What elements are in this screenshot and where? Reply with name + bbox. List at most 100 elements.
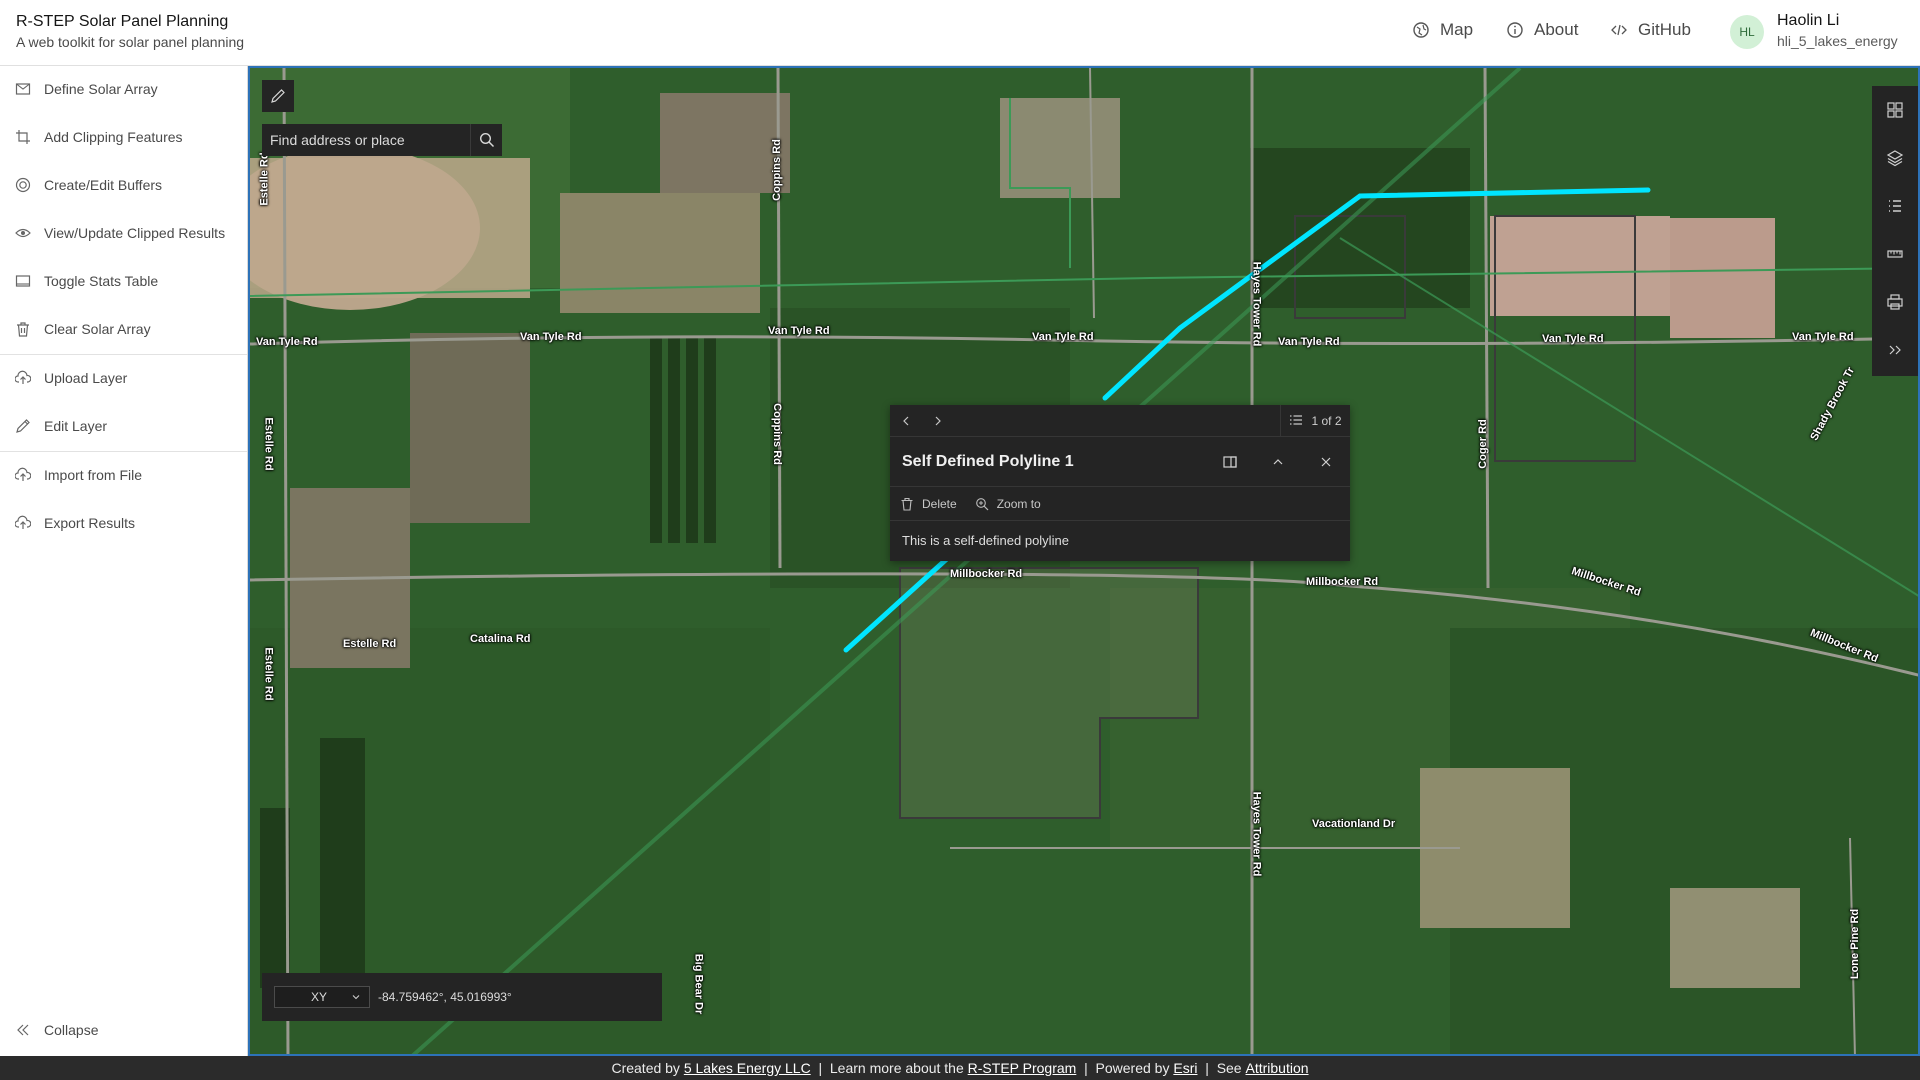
basemap-gallery-button[interactable] [1872, 86, 1918, 134]
sidebar-item-label: Create/Edit Buffers [44, 177, 163, 193]
road-label: Van Tyle Rd [520, 331, 582, 343]
previous-feature-button[interactable] [890, 405, 922, 437]
buffer-icon [15, 177, 31, 193]
sidebar-item-define-solar-array[interactable]: Define Solar Array [0, 69, 247, 109]
road-label: Coger Rd [1476, 419, 1489, 469]
pencil-icon [271, 89, 285, 103]
chevrons-left-icon [15, 1022, 31, 1038]
sidebar-item-label: Edit Layer [44, 418, 108, 434]
sidebar-item-import-from-file[interactable]: Import from File [0, 455, 247, 495]
measure-button[interactable] [1872, 230, 1918, 278]
footer-separator: | [1076, 1060, 1096, 1076]
nav-map-label: Map [1440, 20, 1474, 39]
close-popup-button[interactable] [1302, 437, 1350, 487]
layers-icon [1886, 150, 1904, 167]
footer-learn-more: Learn more about the [829, 1060, 968, 1076]
sidebar-item-edit-layer[interactable]: Edit Layer [0, 406, 247, 446]
user-name[interactable]: Haolin Li [1777, 12, 1839, 30]
nav-about-label: About [1534, 20, 1579, 39]
search-icon [479, 132, 494, 148]
footer-see: See [1216, 1060, 1246, 1076]
chevron-left-icon [903, 416, 909, 425]
road-label: Millbocker Rd [950, 568, 1023, 580]
nav-map[interactable]: Map [1412, 20, 1473, 40]
dock-icon [1223, 455, 1237, 468]
expand-toolbar-button[interactable] [1872, 326, 1918, 374]
sidebar-item-create-edit-buffers[interactable]: Create/Edit Buffers [0, 165, 247, 205]
sidebar-collapse-button[interactable]: Collapse [0, 1010, 247, 1050]
list-icon [1289, 413, 1303, 430]
delete-feature-button[interactable]: Delete [900, 497, 957, 511]
eye-icon [15, 225, 31, 241]
layers-button[interactable] [1872, 134, 1918, 182]
delete-label: Delete [922, 496, 957, 511]
road-label: Van Tyle Rd [1278, 336, 1340, 348]
sidebar-item-label: Upload Layer [44, 370, 128, 386]
footer-program-link[interactable]: R-STEP Program [968, 1060, 1077, 1076]
sketch-button[interactable] [262, 80, 294, 112]
sidebar-item-clear-solar-array[interactable]: Clear Solar Array [0, 309, 247, 349]
sidebar-divider [0, 354, 247, 355]
sidebar-item-label: View/Update Clipped Results [44, 225, 226, 241]
road-label: Estelle Rd [258, 152, 271, 206]
chevron-up-icon [1273, 458, 1283, 464]
ruler-icon [1887, 250, 1903, 258]
zoom-to-label: Zoom to [996, 496, 1041, 511]
sidebar-item-add-clipping-features[interactable]: Add Clipping Features [0, 117, 247, 157]
user-avatar[interactable]: HL [1730, 15, 1764, 49]
user-handle: hli_5_lakes_energy [1777, 33, 1898, 49]
footer-attribution-link[interactable]: Attribution [1246, 1060, 1309, 1076]
map-action-bar [1872, 86, 1918, 376]
road-label: Lone Pine Rd [1849, 908, 1862, 980]
road-label: Van Tyle Rd [1032, 331, 1094, 343]
sidebar-item-upload-layer[interactable]: Upload Layer [0, 358, 247, 398]
basemap-icon [1887, 102, 1903, 118]
print-button[interactable] [1872, 278, 1918, 326]
import-icon [15, 467, 31, 483]
coordinate-widget: XY -84.759462°, 45.016993° [262, 973, 662, 1021]
road-label: Hayes Tower Rd [1250, 791, 1263, 877]
dock-popup-button[interactable] [1206, 437, 1254, 487]
road-label: Estelle Rd [343, 638, 397, 650]
nav-github[interactable]: GitHub [1610, 20, 1691, 40]
map-icon [1412, 21, 1430, 39]
sidebar-item-label: Export Results [44, 515, 136, 531]
zoom-in-icon [975, 497, 989, 511]
trash-icon [900, 497, 914, 511]
road-label: Van Tyle Rd [1792, 331, 1854, 343]
next-feature-button[interactable] [922, 405, 954, 437]
app-subtitle: A web toolkit for solar panel planning [16, 34, 245, 50]
sidebar-item-label: Add Clipping Features [44, 129, 183, 145]
map-view[interactable]: Van Tyle Rd Van Tyle Rd Van Tyle Rd Van … [248, 66, 1920, 1056]
footer-company-link[interactable]: 5 Lakes Energy LLC [684, 1060, 811, 1076]
popup-count-label: 1 of 2 [1311, 414, 1342, 428]
nav-about[interactable]: About [1506, 20, 1578, 40]
upload-icon [15, 370, 31, 386]
table-icon [15, 273, 31, 289]
road-label: Millbocker Rd [1306, 576, 1379, 588]
road-label: Big Bear Dr [692, 953, 705, 1015]
zoom-to-feature-button[interactable]: Zoom to [975, 497, 1041, 511]
sidebar-item-export-results[interactable]: Export Results [0, 503, 247, 543]
search-input[interactable] [262, 124, 470, 156]
coordinate-readout: -84.759462°, 45.016993° [378, 990, 512, 1004]
feature-list-button[interactable]: 1 of 2 [1280, 405, 1350, 437]
sidebar-item-view-update-clipped-results[interactable]: View/Update Clipped Results [0, 213, 247, 253]
coordinate-format-value: XY [311, 990, 328, 1004]
legend-button[interactable] [1872, 182, 1918, 230]
popup-content: This is a self-defined polyline [902, 533, 1069, 548]
satellite-basemap [250, 68, 1918, 1054]
sidebar: Define Solar Array Add Clipping Features… [0, 66, 248, 1056]
footer-powered-by: Powered by [1095, 1060, 1174, 1076]
search-button[interactable] [470, 124, 502, 156]
road-label: Estelle Rd [262, 647, 275, 701]
collapse-popup-button[interactable] [1254, 437, 1302, 487]
popup-pager: 1 of 2 [890, 405, 1350, 437]
sidebar-item-toggle-stats-table[interactable]: Toggle Stats Table [0, 261, 247, 301]
road-label: Estelle Rd [262, 417, 275, 471]
road-label: Van Tyle Rd [768, 325, 830, 337]
footer-esri-link[interactable]: Esri [1173, 1060, 1197, 1076]
footer-created-by: Created by [611, 1060, 684, 1076]
road-label: Van Tyle Rd [1542, 333, 1604, 345]
coordinate-format-select[interactable]: XY [274, 986, 370, 1008]
